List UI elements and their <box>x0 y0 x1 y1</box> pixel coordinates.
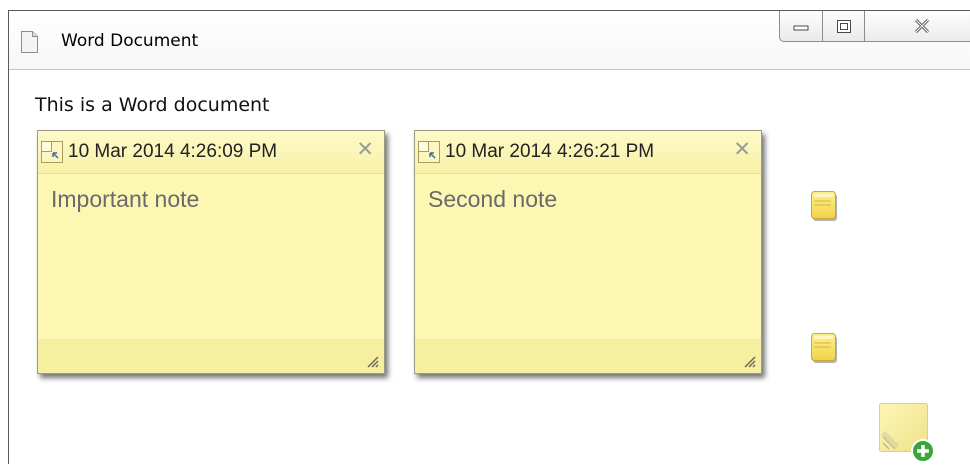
note-body[interactable]: Second note <box>428 186 557 213</box>
word-document-window: Word Document This is a Word document 10… <box>8 10 970 464</box>
note-header[interactable]: 10 Mar 2014 4:26:21 PM ✕ <box>415 131 761 174</box>
collapsed-note-icon[interactable] <box>811 333 839 365</box>
pin-icon[interactable] <box>418 141 440 163</box>
title-bar[interactable]: Word Document <box>9 11 970 70</box>
note-footer <box>38 339 384 373</box>
maximize-icon <box>836 19 851 33</box>
note-close-icon[interactable]: ✕ <box>356 138 374 162</box>
close-button[interactable] <box>865 11 970 42</box>
window-title: Word Document <box>61 31 199 51</box>
note-close-icon[interactable]: ✕ <box>733 138 751 162</box>
resize-grip-icon[interactable] <box>742 354 756 368</box>
document-icon <box>21 31 38 53</box>
document-text[interactable]: This is a Word document <box>35 94 270 116</box>
close-icon <box>914 19 929 33</box>
minimize-icon <box>793 25 809 31</box>
note-footer <box>415 339 761 373</box>
resize-grip-icon[interactable] <box>365 354 379 368</box>
collapsed-note-icon[interactable] <box>811 191 839 223</box>
note-header[interactable]: 10 Mar 2014 4:26:09 PM ✕ <box>38 131 384 174</box>
pin-icon[interactable] <box>41 141 63 163</box>
note-date: 10 Mar 2014 4:26:09 PM <box>68 141 278 162</box>
maximize-button[interactable] <box>823 11 865 42</box>
minimize-button[interactable] <box>779 11 823 42</box>
note-body[interactable]: Important note <box>51 186 199 213</box>
note-date: 10 Mar 2014 4:26:21 PM <box>445 141 655 162</box>
add-note-icon[interactable] <box>879 403 937 465</box>
sticky-note[interactable]: 10 Mar 2014 4:26:21 PM ✕ Second note <box>414 130 762 374</box>
window-controls <box>779 11 970 42</box>
sticky-note[interactable]: 10 Mar 2014 4:26:09 PM ✕ Important note <box>37 130 385 374</box>
